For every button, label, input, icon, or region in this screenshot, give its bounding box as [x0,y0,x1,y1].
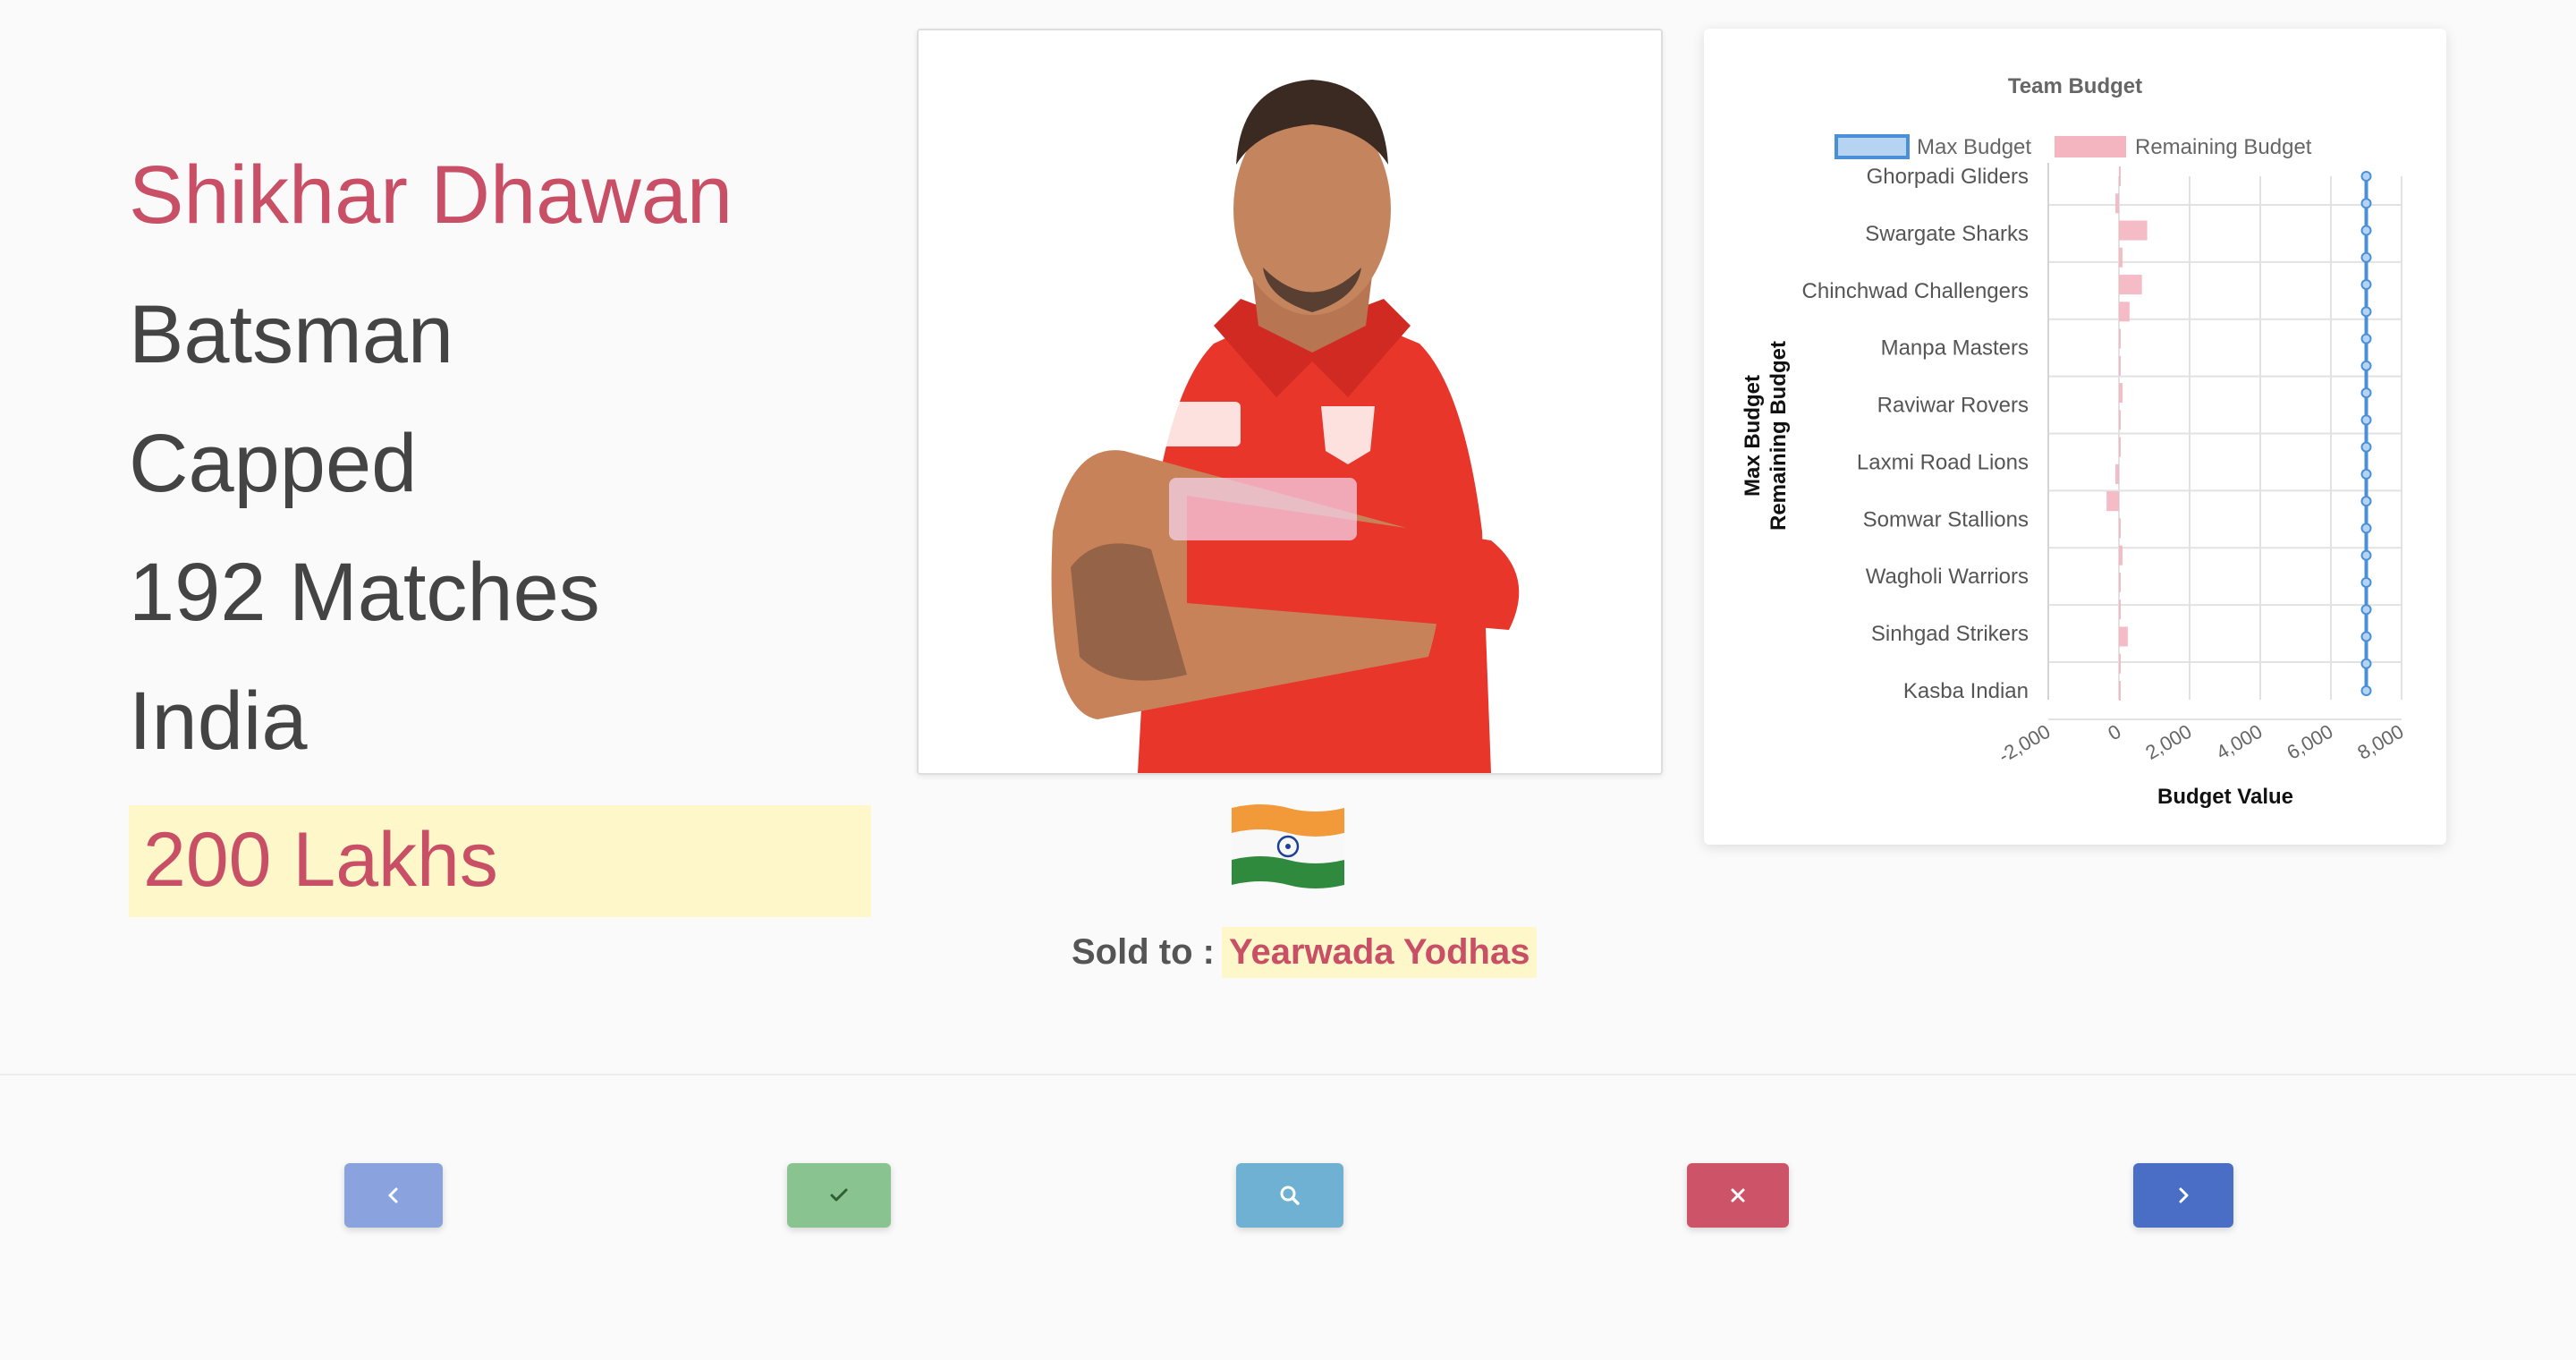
max-budget-point [2360,360,2372,371]
x-tick-label: 0 [2104,720,2124,745]
previous-player-button[interactable] [344,1163,443,1228]
y-axis-title-line2: Remaining Budget [1767,341,1791,531]
check-icon [830,1188,848,1202]
player-country: India [129,676,308,767]
chart-plot-area: -2,000 0 2,000 4,000 6,000 8,000 Ghorpadi Glid… [1802,163,2408,768]
remaining-budget-bar [2119,572,2121,592]
max-budget-point [2360,576,2372,588]
y-axis-title-line1: Max Budget [1741,375,1765,497]
remaining-budget-bar [2115,193,2119,214]
remaining-budget-bar [2115,463,2119,484]
remaining-budget-bar [2119,302,2130,322]
next-player-button[interactable] [2133,1163,2233,1228]
search-icon [1280,1186,1300,1205]
chevron-right-icon [2179,1187,2189,1203]
search-button[interactable] [1236,1163,1343,1228]
max-budget-point [2360,306,2372,318]
max-budget-point [2360,604,2372,616]
sold-to-team: Yearwada Yodhas [1221,926,1538,978]
remaining-budget-bar [2119,275,2142,295]
remaining-budget-bar [2119,328,2121,349]
y-tick-label: Somwar Stallions [1863,507,2029,531]
player-role: Batsman [129,289,454,380]
max-budget-point [2360,279,2372,291]
max-budget-point [2360,171,2372,182]
remaining-budget-bar [2119,166,2121,186]
y-tick-label: Sinhgad Strikers [1871,622,2029,646]
legend-swatch-max-budget [1835,134,1910,159]
max-budget-point [2360,251,2372,263]
remaining-budget-bar [2119,437,2121,457]
sold-to-label: Sold to : [1072,931,1215,972]
x-tick-label: 4,000 [2212,720,2266,764]
max-budget-point [2360,468,2372,480]
max-budget-point [2360,631,2372,642]
x-tick-label: 6,000 [2283,720,2336,764]
remaining-budget-bar [2119,626,2128,647]
x-axis-title: Budget Value [2157,785,2293,809]
chart-svg: Team Budget Max Budget Remaining Budget … [1741,74,2408,809]
y-tick-label: Ghorpadi Gliders [1867,165,2029,189]
remaining-budget-bar [2119,653,2121,674]
max-budget-point [2360,523,2372,534]
x-tick-label: 8,000 [2353,720,2407,764]
player-photo [917,29,1663,775]
max-budget-point [2360,685,2372,696]
remaining-budget-bar [2119,355,2121,376]
country-flag-icon [1230,801,1346,890]
max-budget-point [2360,549,2372,561]
max-budget-point [2360,225,2372,236]
mark-unsold-button[interactable] [1687,1163,1789,1228]
legend-swatch-remaining-budget [2055,136,2126,157]
y-tick-label: Chinchwad Challengers [1802,279,2029,303]
max-budget-point [2360,441,2372,453]
team-budget-chart: Team Budget Max Budget Remaining Budget … [1704,29,2446,845]
chevron-left-icon [388,1187,398,1203]
x-tick-label: 2,000 [2141,720,2195,764]
y-tick-label: Raviwar Rovers [1877,394,2029,418]
sold-to-line: Sold to : Yearwada Yodhas [1072,925,1538,979]
remaining-budget-bar [2119,383,2123,404]
max-budget-point [2360,414,2372,426]
max-budget-point [2360,333,2372,344]
player-capped-status: Capped [129,418,418,509]
remaining-budget-bar [2119,247,2123,268]
y-tick-label: Manpa Masters [1881,336,2029,361]
max-budget-point [2360,387,2372,399]
y-tick-label: Swargate Sharks [1865,222,2029,246]
remaining-budget-bar [2119,599,2121,620]
player-matches: 192 Matches [129,547,600,638]
legend-label-max-budget: Max Budget [1917,135,2031,159]
legend-label-remaining-budget: Remaining Budget [2135,135,2312,159]
remaining-budget-bar [2119,518,2121,539]
close-icon [1731,1188,1745,1203]
max-budget-point [2360,496,2372,507]
max-budget-point [2360,198,2372,209]
x-tick-label: -2,000 [1995,720,2055,768]
y-tick-label: Kasba Indian [1903,679,2029,703]
chart-title: Team Budget [2008,74,2142,98]
remaining-budget-bar [2119,545,2123,565]
remaining-budget-bar [2119,681,2121,701]
mark-sold-button[interactable] [787,1163,891,1228]
remaining-budget-bar [2106,491,2119,512]
player-price-box: 200 Lakhs [129,805,871,917]
player-price: 200 Lakhs [143,817,498,903]
player-image [919,30,1661,773]
toolbar-divider [0,1074,2576,1075]
remaining-budget-bar [2119,220,2148,241]
remaining-budget-bar [2119,410,2121,430]
y-tick-label: Wagholi Warriors [1866,565,2029,589]
player-name: Shikhar Dhawan [129,149,733,241]
y-tick-label: Laxmi Road Lions [1857,450,2029,474]
max-budget-point [2360,658,2372,669]
